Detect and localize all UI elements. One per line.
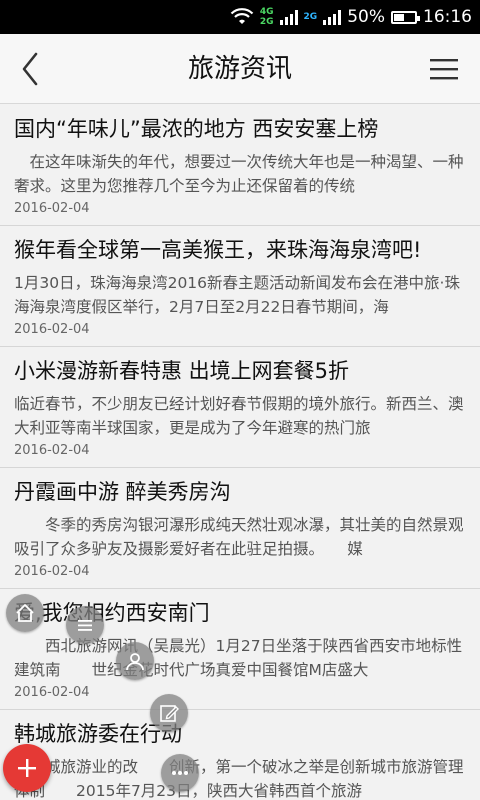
fab-main-button[interactable] — [3, 744, 51, 792]
news-summary: 冬季的秀房沟银河瀑形成纯天然壮观冰瀑，其壮美的自然景观吸引了众多驴友及摄影爱好者… — [14, 516, 464, 558]
edit-icon — [160, 705, 179, 722]
news-date: 2016-02-04 — [14, 322, 90, 337]
signal-icon — [279, 9, 298, 25]
wifi-icon — [230, 8, 254, 24]
signal-icon-secondary — [323, 9, 342, 25]
list-icon — [78, 620, 92, 631]
news-item[interactable]: 韩城旅游委在行动 韩城旅游业的改 创新，第一个破冰之举是创新城市旅游管理体制 2… — [0, 710, 480, 800]
news-item[interactable]: 小米漫游新春特惠 出境上网套餐5折 临近春节，不少朋友已经计划好春节假期的境外旅… — [0, 347, 480, 468]
fab-edit-button[interactable] — [150, 694, 188, 732]
network-badge-primary: 4G 2G — [259, 7, 274, 27]
clock: 16:16 — [423, 7, 472, 27]
fab-home-button[interactable] — [6, 594, 44, 632]
news-item[interactable]: 爱,我您相约西安南门 西北旅游网讯（吴晨光）1月27日坐落于陕西省西安市地标性建… — [0, 589, 480, 710]
news-summary: 在这年味渐失的年代，想要过一次传统大年也是一种渴望、一种奢求。这里为您推荐几个至… — [14, 153, 464, 195]
status-bar: 4G 2G 2G 50% 16:16 — [0, 0, 480, 34]
news-title: 韩城旅游委在行动 — [14, 722, 182, 746]
page-title: 旅游资讯 — [187, 54, 292, 84]
app-header: 旅游资讯 — [0, 34, 480, 104]
news-title: 猴年看全球第一高美猴王，来珠海海泉湾吧! — [14, 238, 422, 262]
home-icon — [16, 604, 34, 622]
fab-user-button[interactable] — [116, 642, 154, 680]
news-date: 2016-02-04 — [14, 201, 90, 216]
plus-icon — [18, 759, 36, 777]
more-icon — [172, 771, 188, 775]
battery-percent: 50% — [347, 7, 385, 27]
news-summary: 韩城旅游业的改 创新，第一个破冰之举是创新城市旅游管理体制 2015年7月23日… — [14, 758, 464, 800]
status-icons: 4G 2G 2G 50% 16:16 — [230, 0, 472, 34]
user-icon — [126, 653, 144, 671]
fab-more-button[interactable] — [161, 754, 199, 792]
news-date: 2016-02-04 — [14, 564, 90, 579]
menu-button[interactable] — [422, 50, 468, 90]
news-summary: 1月30日，珠海海泉湾2016新春主题活动新闻发布会在港中旅·珠海海泉湾度假区举… — [14, 274, 460, 316]
battery-icon — [391, 10, 420, 24]
news-item[interactable]: 丹霞画中游 醉美秀房沟 冬季的秀房沟银河瀑形成纯天然壮观冰瀑，其壮美的自然景观吸… — [0, 468, 480, 589]
news-item[interactable]: 国内“年味儿”最浓的地方 西安安塞上榜 在这年味渐失的年代，想要过一次传统大年也… — [0, 105, 480, 226]
news-summary: 临近春节，不少朋友已经计划好春节假期的境外旅行。新西兰、澳大利亚等南半球国家，更… — [14, 395, 464, 437]
network-badge-secondary: 2G — [303, 12, 318, 22]
hamburger-icon — [430, 59, 458, 80]
news-title: 国内“年味儿”最浓的地方 西安安塞上榜 — [14, 117, 379, 141]
news-title: 丹霞画中游 醉美秀房沟 — [14, 480, 231, 504]
news-item[interactable]: 猴年看全球第一高美猴王，来珠海海泉湾吧! 1月30日，珠海海泉湾2016新春主题… — [0, 226, 480, 347]
news-list: 国内“年味儿”最浓的地方 西安安塞上榜 在这年味渐失的年代，想要过一次传统大年也… — [0, 105, 480, 800]
news-date: 2016-02-04 — [14, 685, 90, 700]
fab-list-button[interactable] — [66, 606, 104, 644]
news-date: 2016-02-04 — [14, 443, 90, 458]
news-title: 小米漫游新春特惠 出境上网套餐5折 — [14, 359, 350, 383]
battery-fill — [394, 13, 404, 21]
